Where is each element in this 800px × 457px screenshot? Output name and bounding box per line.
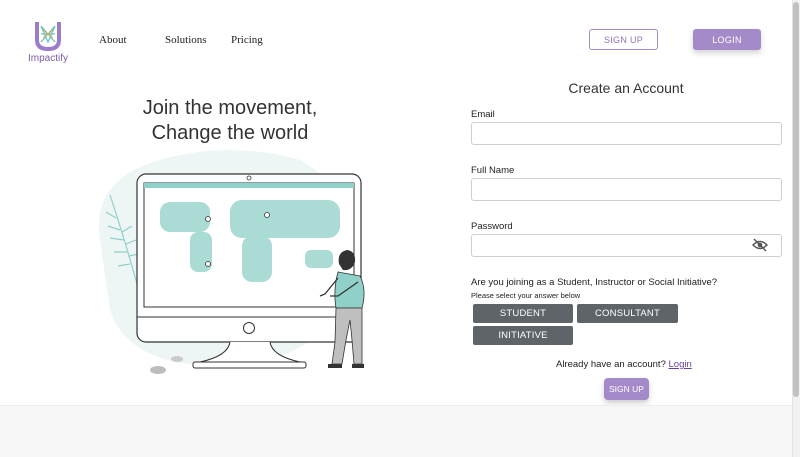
- impactify-logo-icon: [35, 22, 61, 52]
- header-login-button[interactable]: LOGIN: [693, 29, 761, 50]
- hero-headline-line1: Join the movement,: [142, 97, 318, 119]
- form-title: Create an Account: [568, 80, 684, 96]
- fullname-label: Full Name: [471, 165, 515, 176]
- login-prompt: Already have an account? Login: [556, 359, 692, 370]
- role-hint: Please select your answer below: [471, 291, 581, 300]
- signup-page: Impactify About Solutions Pricing SIGN U…: [0, 0, 800, 457]
- monitor-base: [192, 361, 307, 369]
- email-field[interactable]: [471, 122, 782, 145]
- footer: [0, 405, 792, 457]
- header-signup-button[interactable]: SIGN UP: [589, 29, 658, 50]
- nav-pricing[interactable]: Pricing: [231, 34, 263, 46]
- role-student-button[interactable]: STUDENT: [473, 304, 573, 323]
- stone: [150, 366, 166, 374]
- scrollbar-thumb[interactable]: [793, 2, 799, 397]
- login-prompt-text: Already have an account?: [556, 359, 666, 370]
- password-label: Password: [471, 221, 513, 232]
- login-link[interactable]: Login: [669, 359, 692, 370]
- screen-top-bar: [144, 183, 354, 188]
- password-field[interactable]: [471, 234, 782, 257]
- role-consultant-button[interactable]: CONSULTANT: [577, 304, 678, 323]
- submit-signup-button[interactable]: SIGN UP: [604, 378, 649, 400]
- fullname-field[interactable]: [471, 178, 782, 201]
- eye-slash-icon[interactable]: [752, 238, 768, 252]
- page-scrollbar[interactable]: [792, 0, 800, 457]
- nav-about[interactable]: About: [99, 34, 127, 46]
- role-question: Are you joining as a Student, Instructor…: [471, 277, 718, 288]
- brand-name: Impactify: [27, 53, 68, 64]
- hero-illustration: [98, 150, 365, 374]
- email-label: Email: [471, 109, 495, 120]
- stone: [171, 356, 183, 362]
- nav-solutions[interactable]: Solutions: [165, 34, 207, 46]
- brand-logo[interactable]: Impactify: [26, 20, 70, 64]
- role-initiative-button[interactable]: INITIATIVE: [473, 326, 573, 345]
